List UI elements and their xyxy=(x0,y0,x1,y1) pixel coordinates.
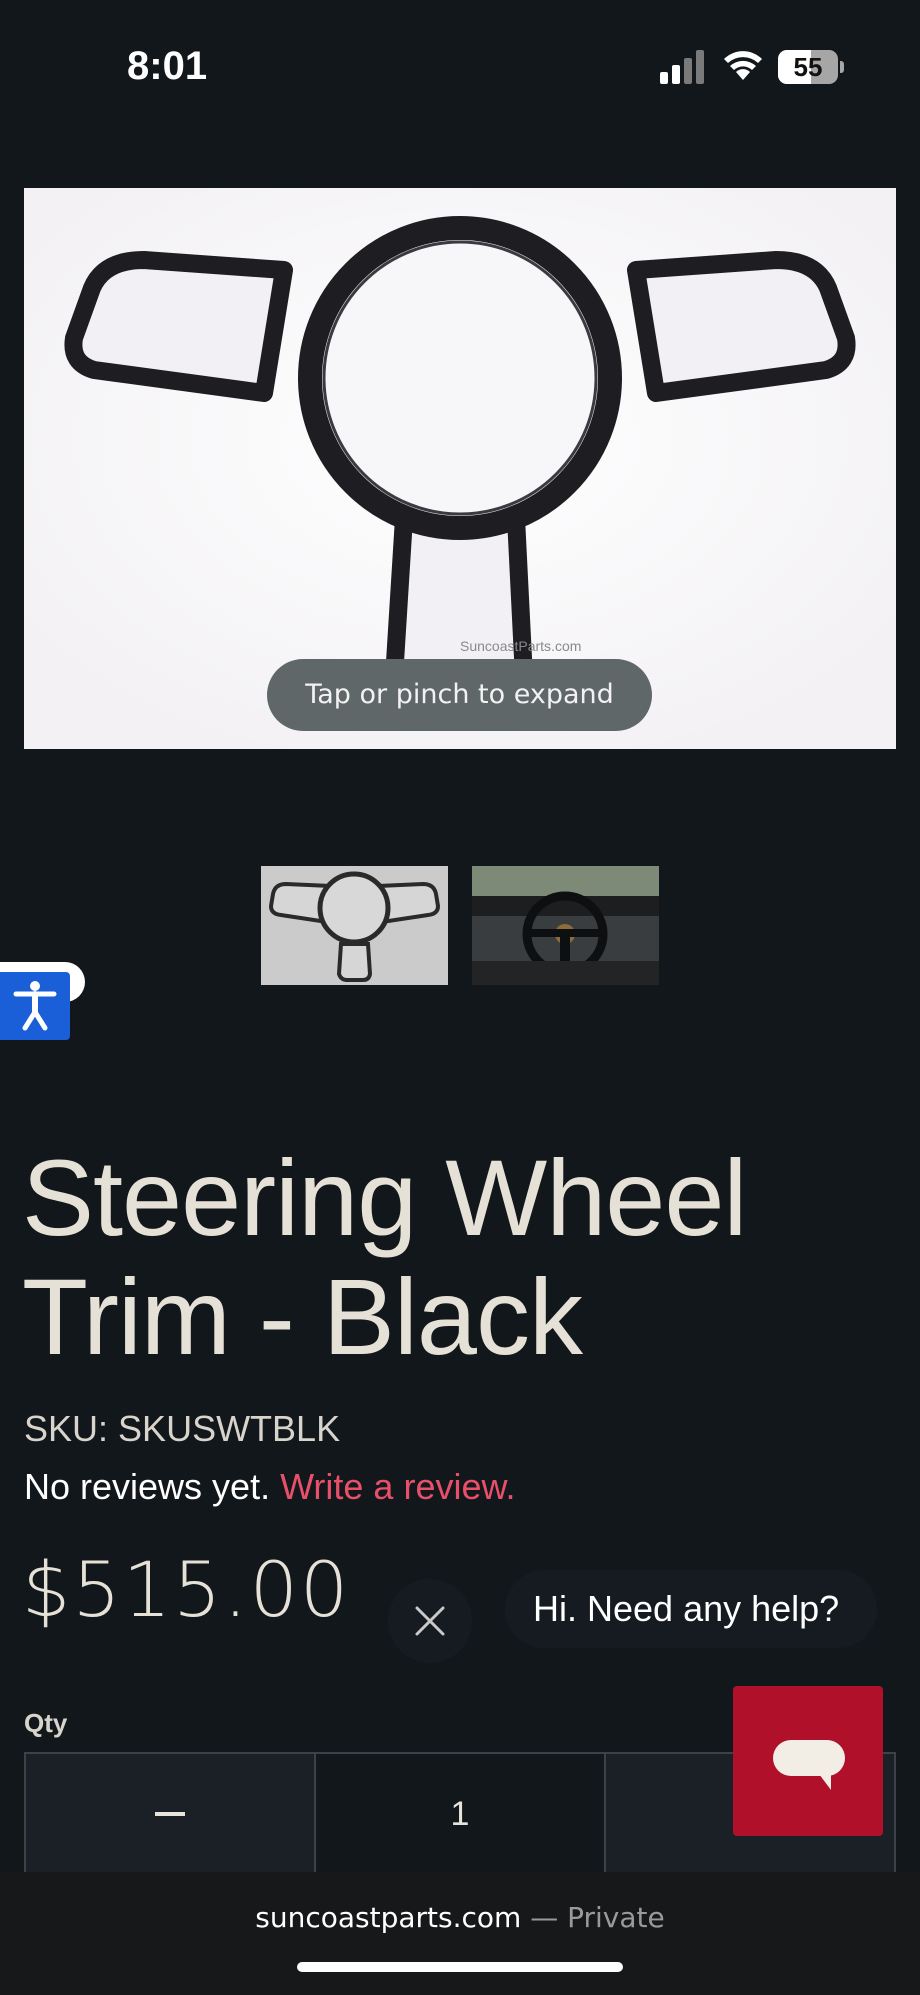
product-title: Steering Wheel Trim - Black xyxy=(22,1137,747,1377)
expand-hint[interactable]: Tap or pinch to expand xyxy=(267,659,652,731)
watermark: SuncoastParts.com xyxy=(460,638,582,654)
signal-icon xyxy=(660,50,704,84)
url-separator: — xyxy=(521,1901,568,1934)
thumbnail-trim[interactable] xyxy=(261,866,448,985)
sku-value: SKUSWTBLK xyxy=(118,1408,341,1449)
quantity-input[interactable]: 1 xyxy=(316,1754,606,1874)
status-time: 8:01 xyxy=(127,44,208,88)
url-text[interactable]: suncoastparts.com — Private xyxy=(0,1901,920,1934)
chat-close-button[interactable] xyxy=(388,1579,472,1663)
sku-label: SKU: xyxy=(24,1408,109,1449)
qty-label: Qty xyxy=(24,1708,68,1738)
home-indicator[interactable] xyxy=(297,1962,623,1972)
reviews-line: No reviews yet. Write a review. xyxy=(24,1466,516,1508)
accessibility-button[interactable] xyxy=(0,972,70,1040)
wifi-icon xyxy=(724,51,762,80)
product-image[interactable]: Tap or pinch to expand xyxy=(24,188,896,749)
thumbnail-interior[interactable] xyxy=(472,866,659,985)
reviews-text: No reviews yet. xyxy=(24,1466,271,1507)
close-icon xyxy=(415,1606,445,1636)
battery-icon: 55 xyxy=(778,50,844,84)
battery-level: 55 xyxy=(793,52,823,82)
status-bar: 8:01 55 xyxy=(0,0,920,140)
product-price: $515.00 xyxy=(22,1545,351,1634)
write-review-link[interactable]: Write a review. xyxy=(280,1466,515,1507)
chat-bubble-icon xyxy=(773,1740,845,1790)
sku-line: SKU: SKUSWTBLK xyxy=(24,1408,340,1450)
private-label: Private xyxy=(567,1901,665,1934)
minus-icon xyxy=(155,1812,185,1816)
chat-greeting[interactable]: Hi. Need any help? xyxy=(505,1570,877,1648)
url-domain: suncoastparts.com xyxy=(255,1901,522,1934)
chat-launcher-button[interactable] xyxy=(733,1686,883,1836)
accessibility-icon xyxy=(13,981,57,1031)
decrement-button[interactable] xyxy=(26,1754,316,1874)
